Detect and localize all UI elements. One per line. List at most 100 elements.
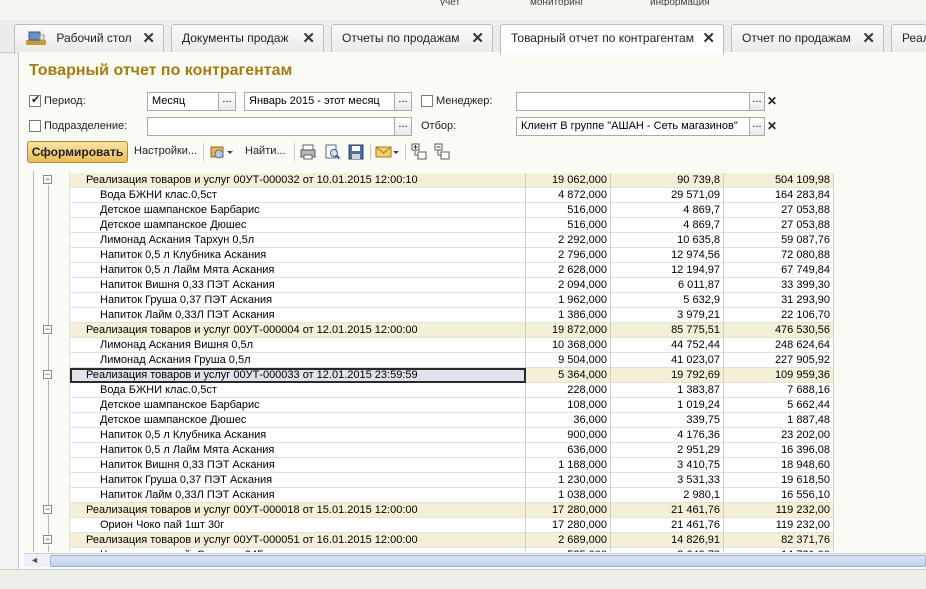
row-v2-cell: 6 011,87 — [611, 278, 724, 293]
close-icon[interactable]: ✕ — [302, 25, 315, 52]
period-type-select-button[interactable]: ... — [218, 92, 236, 111]
tab-sales-reports[interactable]: Отчеты по продажам ✕ — [331, 24, 493, 54]
item-row[interactable]: Напиток 0,5 л Клубника Аскания 2 796,000 1… — [70, 248, 857, 263]
row-name-cell: Напиток 0,5 л Лайм Мята Аскания — [70, 263, 526, 278]
group-row[interactable]: Реализация товаров и услуг 00УТ-000032 о… — [70, 173, 857, 188]
row-v3-cell: 476 530,56 — [724, 323, 834, 338]
division-select-button[interactable]: ... — [394, 117, 412, 136]
item-row[interactable]: Напиток 0,5 л Лайм Мята Аскания 2 628,000… — [70, 263, 857, 278]
item-row[interactable]: Напиток Вишня 0,33 ПЭТ Аскания 2 094,000 6… — [70, 278, 857, 293]
tab-label: Рабочий стол — [56, 31, 132, 45]
scrollbar-thumb[interactable] — [50, 555, 926, 567]
row-name-cell: Напиток 0,5 л Клубника Аскания — [70, 248, 526, 263]
division-checkbox[interactable] — [29, 120, 41, 132]
item-row[interactable]: Напиток Груша 0,37 ПЭТ Аскания 1 962,000 5… — [70, 293, 857, 308]
group-row[interactable]: Реализация товаров и услуг 00УТ-000033 о… — [70, 368, 857, 383]
row-v3-cell: 72 080,88 — [724, 248, 834, 263]
period-value-field[interactable]: Январь 2015 - этот месяц — [244, 92, 395, 111]
item-row[interactable]: Детское шампанское Барбарис 108,000 1 019,… — [70, 398, 857, 413]
manager-clear-icon[interactable]: ✕ — [765, 93, 779, 110]
row-v2-cell: 14 826,91 — [611, 533, 724, 548]
row-v2-cell: 2 649,78 — [611, 548, 724, 552]
group-row[interactable]: Реализация товаров и услуг 00УТ-000018 о… — [70, 503, 857, 518]
collapse-toggle-icon[interactable]: − — [43, 535, 52, 544]
item-row[interactable]: Вода БЖНИ клас.0,5ст 4 872,000 29 571,09 16… — [70, 188, 857, 203]
row-name-cell: Напиток Вишня 0,33 ПЭТ Аскания — [70, 278, 526, 293]
item-row[interactable]: Детское шампанское Дюшес 516,000 4 869,7 27… — [70, 218, 857, 233]
top-menu-item[interactable]: учет — [440, 0, 460, 6]
row-name-cell: Детское шампанское Барбарис — [70, 398, 526, 413]
report-grid[interactable]: − − − − − Реализация товаров и услуг 00УТ-00… — [24, 171, 926, 552]
variants-dropdown-icon[interactable] — [209, 143, 233, 161]
row-v2-cell: 1 383,87 — [611, 383, 724, 398]
toolbar-separator — [294, 143, 295, 161]
item-row[interactable]: Напиток Лайм 0,33Л ПЭТ Аскания 1 038,000 2… — [70, 488, 857, 503]
tab-realization[interactable]: Реал — [891, 24, 926, 54]
filter-clear-icon[interactable]: ✕ — [765, 118, 779, 135]
expand-all-icon[interactable] — [410, 143, 428, 161]
filter-select-button[interactable]: ... — [749, 117, 765, 136]
settings-button[interactable]: Настройки... — [134, 145, 197, 157]
close-icon[interactable]: ✕ — [142, 25, 155, 52]
item-row[interactable]: Напиток Лайм 0,33Л ПЭТ Аскания 1 386,000 3… — [70, 308, 857, 323]
group-row[interactable]: Реализация товаров и услуг 00УТ-000051 о… — [70, 533, 857, 548]
row-qty-cell: 108,000 — [526, 398, 611, 413]
item-row[interactable]: Лимонад Аскания Вишня 0,5л 10 368,000 44 7… — [70, 338, 857, 353]
filter-field[interactable]: Клиент В группе "АШАН - Сеть магазинов" — [516, 117, 750, 136]
save-icon[interactable] — [347, 143, 365, 161]
print-preview-icon[interactable] — [323, 143, 341, 161]
print-icon[interactable] — [299, 143, 317, 161]
collapse-toggle-icon[interactable]: − — [43, 505, 52, 514]
close-icon[interactable]: ✕ — [471, 25, 484, 52]
row-v3-cell: 16 556,10 — [724, 488, 834, 503]
collapse-all-icon[interactable] — [433, 143, 451, 161]
item-row[interactable]: Напиток 0,5 л Лайм Мята Аскания 636,000 2 … — [70, 443, 857, 458]
collapse-toggle-icon[interactable]: − — [43, 370, 52, 379]
item-row[interactable]: Детское шампанское Дюшес 36,000 339,75 1 88… — [70, 413, 857, 428]
row-v3-cell: 7 688,16 — [724, 383, 834, 398]
row-qty-cell: 36,000 — [526, 413, 611, 428]
item-row[interactable]: Напиток Груша 0,37 ПЭТ Аскания 1 230,000 3… — [70, 473, 857, 488]
item-row[interactable]: Напиток Вишня 0,33 ПЭТ Аскания 1 188,000 3… — [70, 458, 857, 473]
collapse-toggle-icon[interactable]: − — [43, 325, 52, 334]
row-qty-cell: 900,000 — [526, 428, 611, 443]
tab-sales-report[interactable]: Отчет по продажам ✕ — [731, 24, 884, 54]
row-v3-cell: 504 109,98 — [724, 173, 834, 188]
row-v2-cell: 85 775,51 — [611, 323, 724, 338]
item-row[interactable]: Чипсы хрустящий. Сырные. 24Гр535,0002 64… — [70, 548, 857, 552]
manager-field[interactable] — [516, 92, 750, 111]
row-qty-cell: 2 094,000 — [526, 278, 611, 293]
top-menu-item[interactable]: мониторинг — [530, 0, 584, 6]
item-row[interactable]: Орион Чоко пай 1шт 30г 17 280,000 21 461,7… — [70, 518, 857, 533]
tab-sales-documents[interactable]: Документы продаж ✕ — [171, 24, 324, 54]
close-icon[interactable]: ✕ — [862, 25, 875, 52]
generate-button[interactable]: Сформировать — [27, 141, 128, 163]
scroll-left-icon[interactable]: ◄ — [30, 555, 39, 565]
group-row[interactable]: Реализация товаров и услуг 00УТ-000004 о… — [70, 323, 857, 338]
item-row[interactable]: Лимонад Аскания Груша 0,5л 9 504,000 41 02… — [70, 353, 857, 368]
find-button[interactable]: Найти... — [245, 145, 286, 157]
period-checkbox[interactable] — [29, 93, 41, 107]
tab-goods-report-by-counterparty[interactable]: Товарный отчет по контрагентам ✕ — [500, 24, 724, 55]
close-icon[interactable]: ✕ — [702, 25, 715, 52]
row-v3-cell: 22 106,70 — [724, 308, 834, 323]
period-value-select-button[interactable]: ... — [394, 92, 412, 111]
item-row[interactable]: Напиток 0,5 л Клубника Аскания 900,000 4 1… — [70, 428, 857, 443]
tab-label: Документы продаж — [182, 31, 289, 45]
item-row[interactable]: Лимонад Аскания Тархун 0,5л 2 292,000 10 6… — [70, 233, 857, 248]
collapse-toggle-icon[interactable]: − — [43, 175, 52, 184]
item-row[interactable]: Детское шампанское Барбарис 516,000 4 869,… — [70, 203, 857, 218]
item-row[interactable]: Вода БЖНИ клас.0,5ст 228,000 1 383,87 7 688… — [70, 383, 857, 398]
period-type-field[interactable]: Месяц — [147, 92, 219, 111]
row-name-cell: Лимонад Аскания Тархун 0,5л — [70, 233, 526, 248]
manager-checkbox[interactable] — [421, 95, 433, 107]
division-field[interactable] — [147, 117, 395, 136]
page-title: Товарный отчет по контрагентам — [29, 62, 293, 79]
horizontal-scrollbar[interactable]: ◄ — [24, 553, 926, 567]
send-mail-dropdown-icon[interactable] — [375, 143, 399, 161]
top-menu-item[interactable]: информация — [650, 0, 710, 6]
tab-desktop[interactable]: Рабочий стол ✕ — [14, 24, 164, 54]
manager-select-button[interactable]: ... — [749, 92, 765, 111]
tab-label: Товарный отчет по контрагентам — [511, 31, 694, 45]
row-name-cell: Напиток 0,5 л Клубника Аскания — [70, 428, 526, 443]
